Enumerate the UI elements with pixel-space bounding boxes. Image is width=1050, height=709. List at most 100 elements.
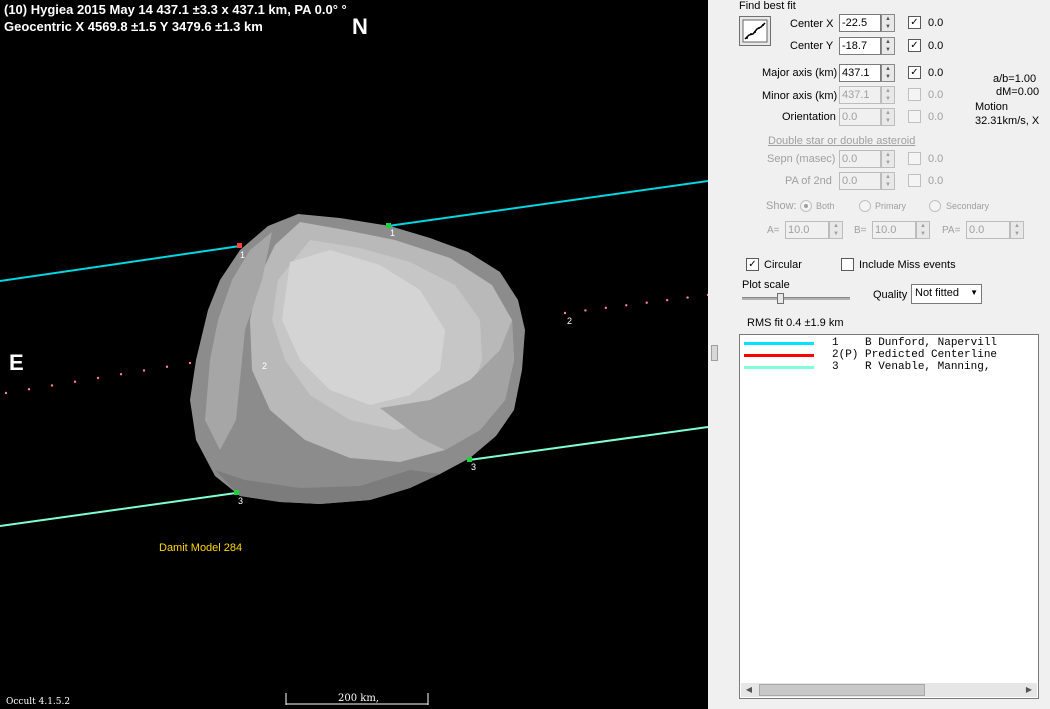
major-axis-checkbox[interactable]: ✓ xyxy=(908,66,921,79)
center-x-label: Center X xyxy=(790,18,834,30)
observer-text: 3 R Venable, Manning, xyxy=(832,361,991,373)
plot-scale-slider[interactable] xyxy=(742,293,850,305)
chevron-down-icon: ▼ xyxy=(970,288,978,297)
plot-scale-thumb[interactable] xyxy=(777,293,784,304)
chord-3 xyxy=(0,492,237,527)
version-label: Occult 4.1.5.2 xyxy=(6,697,71,707)
model-label: Damit Model 284 xyxy=(159,542,243,554)
show-secondary-label: Secondary xyxy=(946,201,990,211)
centerline-dot xyxy=(188,361,192,365)
sepn-check-value: 0.0 xyxy=(928,153,944,165)
centerline-dot xyxy=(686,296,689,299)
centerline-dot xyxy=(27,388,31,391)
list-item[interactable]: 1 B Dunford, Napervill xyxy=(740,337,1038,349)
pa2nd-checkbox xyxy=(908,174,921,187)
centerline-dot xyxy=(165,365,169,368)
b-input: 10.0 xyxy=(872,221,916,239)
find-best-fit-button[interactable] xyxy=(739,16,771,46)
orientation-check-value: 0.0 xyxy=(928,111,944,123)
plot-area[interactable]: (10) Hygiea 2015 May 14 437.1 ±3.3 x 437… xyxy=(0,0,708,709)
scroll-right-icon[interactable]: ▶ xyxy=(1021,683,1037,697)
fit-control-panel: Find best fit Center X -22.5 ▲ ▼ ✓ 0.0 Ce… xyxy=(720,0,1050,709)
show-both-radio xyxy=(800,200,812,212)
scrollbar-thumb[interactable] xyxy=(759,684,925,696)
pa-input: 0.0 xyxy=(966,221,1010,239)
include-miss-label: Include Miss events xyxy=(859,259,956,271)
b-label: B= xyxy=(854,225,867,236)
chord-label: 3 xyxy=(238,496,244,506)
a-spinner: ▲ ▼ xyxy=(829,221,843,239)
centerline-dot xyxy=(665,298,669,302)
find-best-fit-label: Find best fit xyxy=(739,0,796,12)
centerline-dot xyxy=(119,373,123,376)
centerline-dot xyxy=(584,309,587,312)
major-axis-label: Major axis (km) xyxy=(762,67,838,79)
chord-label: 2 xyxy=(262,361,268,371)
center-x-spinner[interactable]: ▲ ▼ xyxy=(881,14,895,32)
pa2nd-label: PA of 2nd xyxy=(785,175,832,187)
scroll-left-icon[interactable]: ◀ xyxy=(741,683,757,697)
centerline-dot xyxy=(50,384,54,387)
major-axis-input[interactable]: 437.1 xyxy=(839,64,881,82)
major-axis-check-value: 0.0 xyxy=(928,67,944,79)
orientation-input: 0.0 xyxy=(839,108,881,126)
splitter-grip[interactable] xyxy=(711,345,718,361)
minor-axis-label: Minor axis (km) xyxy=(762,90,838,102)
pa-spinner: ▲ ▼ xyxy=(1010,221,1024,239)
chord-label: 2 xyxy=(567,316,573,326)
chord-3 xyxy=(468,426,708,461)
sepn-label: Sepn (masec) xyxy=(767,153,836,165)
plot-canvas xyxy=(0,180,708,705)
chord-1 xyxy=(0,245,241,282)
show-primary-label: Primary xyxy=(875,201,906,211)
center-x-input[interactable]: -22.5 xyxy=(839,14,881,32)
show-primary-radio xyxy=(859,200,871,212)
a-input: 10.0 xyxy=(785,221,829,239)
quality-select[interactable]: Not fitted ▼ xyxy=(911,284,982,304)
centerline-dot xyxy=(96,376,100,380)
quality-label: Quality xyxy=(873,289,908,301)
pa-label: PA= xyxy=(942,225,961,236)
center-y-checkbox[interactable]: ✓ xyxy=(908,39,921,52)
orientation-spinner: ▲ ▼ xyxy=(881,108,895,126)
observer-text: 2(P) Predicted Centerline xyxy=(832,349,998,361)
horizontal-scrollbar[interactable]: ◀ ▶ xyxy=(741,683,1037,697)
north-label: N xyxy=(352,14,368,39)
centerline-dot xyxy=(645,301,648,304)
list-item[interactable]: 3 R Venable, Manning, xyxy=(740,361,1038,373)
center-x-check-value: 0.0 xyxy=(928,17,944,29)
magnitude-drop: dM=0.00 xyxy=(996,86,1040,98)
center-y-input[interactable]: -18.7 xyxy=(839,37,881,55)
motion-value: 32.31km/s, X xyxy=(975,115,1040,127)
show-both-label: Both xyxy=(816,201,835,211)
show-secondary-radio xyxy=(929,200,941,212)
orientation-checkbox xyxy=(908,110,921,123)
chord-label: 1 xyxy=(240,250,246,260)
observer-list[interactable]: 1 B Dunford, Napervill 2(P) Predicted Ce… xyxy=(739,334,1039,699)
sepn-input: 0.0 xyxy=(839,150,881,168)
sepn-checkbox xyxy=(908,152,921,165)
centerline-dot xyxy=(625,304,628,307)
center-x-checkbox[interactable]: ✓ xyxy=(908,16,921,29)
axis-ratio: a/b=1.00 xyxy=(993,73,1037,85)
major-axis-spinner[interactable]: ▲ ▼ xyxy=(881,64,895,82)
plot-scale-label: Plot scale xyxy=(742,279,790,291)
scale-label: 200 km, xyxy=(338,693,379,704)
circular-label: Circular xyxy=(764,259,802,271)
list-item[interactable]: 2(P) Predicted Centerline xyxy=(740,349,1038,361)
double-star-link[interactable]: Double star or double asteroid xyxy=(768,135,915,147)
east-label: E xyxy=(9,350,24,375)
chord-label: 3 xyxy=(471,462,477,472)
centerline-dot xyxy=(73,380,77,383)
minor-axis-checkbox xyxy=(908,88,921,101)
centerline-dot xyxy=(142,369,146,372)
circular-checkbox[interactable]: ✓ xyxy=(746,258,759,271)
a-label: A= xyxy=(767,225,780,236)
chord-label: 1 xyxy=(390,228,396,238)
sepn-spinner: ▲ ▼ xyxy=(881,150,895,168)
centerline-dot xyxy=(604,306,608,310)
b-spinner: ▲ ▼ xyxy=(916,221,930,239)
minor-axis-check-value: 0.0 xyxy=(928,89,944,101)
center-y-spinner[interactable]: ▲ ▼ xyxy=(881,37,895,55)
include-miss-checkbox[interactable] xyxy=(841,258,854,271)
